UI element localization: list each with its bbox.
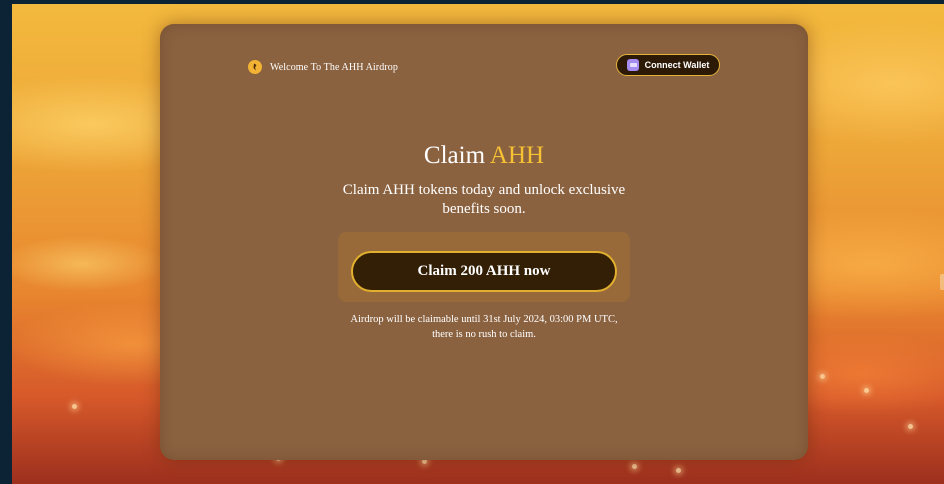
hero-subtitle: Claim AHH tokens today and unlock exclus… xyxy=(342,182,626,217)
welcome-text: Welcome To The AHH Airdrop xyxy=(270,61,398,73)
claim-button[interactable]: Claim 200 AHH now xyxy=(351,251,617,292)
background-spark xyxy=(864,388,869,393)
background-spark xyxy=(632,464,637,469)
connect-wallet-button[interactable]: Connect Wallet xyxy=(616,54,720,76)
coin-logo-icon xyxy=(248,60,262,74)
background-spark xyxy=(676,468,681,473)
header-brand: Welcome To The AHH Airdrop xyxy=(248,60,398,74)
claim-panel: Claim 200 AHH now xyxy=(338,232,630,302)
claim-deadline-note: Airdrop will be claimable until 31st Jul… xyxy=(350,314,618,340)
background-spark xyxy=(908,424,913,429)
coin-logo-glyph xyxy=(253,63,257,71)
background-spark xyxy=(72,404,77,409)
connect-wallet-label: Connect Wallet xyxy=(644,60,710,70)
title-prefix: Claim xyxy=(423,142,486,169)
title-accent: AHH xyxy=(489,142,545,169)
sunset-background: Welcome To The AHH Airdrop Connect Walle… xyxy=(12,4,944,484)
edge-handle[interactable] xyxy=(940,274,944,290)
background-spark xyxy=(820,374,825,379)
wallet-icon xyxy=(626,59,639,71)
airdrop-card: Welcome To The AHH Airdrop Connect Walle… xyxy=(160,24,808,460)
page-title: Claim AHH xyxy=(160,142,808,170)
